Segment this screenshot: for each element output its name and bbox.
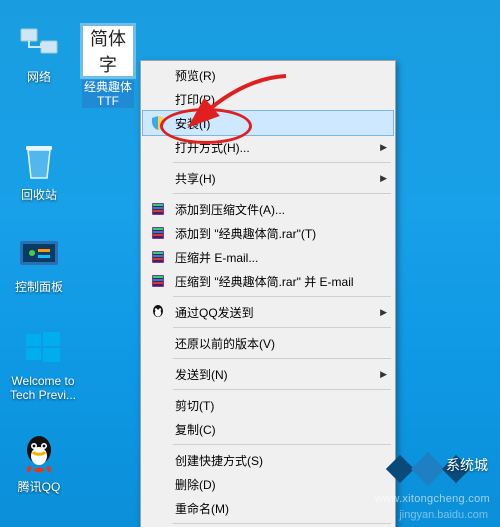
menu-separator [173, 327, 391, 328]
menu-item-label: 添加到 "经典趣体简.rar"(T) [175, 225, 373, 242]
menu-item-label: 还原以前的版本(V) [175, 335, 373, 352]
watermark-url-1: www.xitongcheng.com [375, 493, 490, 505]
menu-item[interactable]: 压缩到 "经典趣体简.rar" 并 E-mail [143, 269, 393, 293]
menu-item[interactable]: 创建快捷方式(S) [143, 448, 393, 472]
blank-icon [147, 138, 169, 156]
menu-item[interactable]: 安装(I) [142, 110, 394, 136]
blank-icon [147, 420, 169, 438]
menu-item[interactable]: 压缩并 E-mail... [143, 245, 393, 269]
rar-icon [147, 272, 169, 290]
menu-separator [173, 358, 391, 359]
menu-item[interactable]: 预览(R) [143, 63, 393, 87]
blank-icon [147, 66, 169, 84]
desktop-icon-qq[interactable]: 腾讯QQ [4, 432, 74, 494]
desktop-icon-recycle[interactable]: 回收站 [4, 140, 74, 202]
blank-icon [147, 90, 169, 108]
menu-separator [173, 523, 391, 524]
desktop-icon-control-panel[interactable]: 控制面板 [4, 232, 74, 294]
network-icon [17, 22, 61, 66]
qq-icon [17, 432, 61, 476]
menu-item[interactable]: 剪切(T) [143, 393, 393, 417]
blank-icon [147, 499, 169, 517]
menu-item[interactable]: 发送到(N) [143, 362, 393, 386]
menu-item-label: 剪切(T) [175, 397, 373, 414]
menu-item[interactable]: 通过QQ发送到 [143, 300, 393, 324]
menu-item-label: 通过QQ发送到 [175, 304, 373, 321]
desktop-icon-label: 回收站 [4, 188, 74, 202]
menu-item-label: 安装(I) [175, 115, 374, 132]
rar-icon [147, 224, 169, 242]
menu-item[interactable]: 还原以前的版本(V) [143, 331, 393, 355]
desktop-icon-label: 网络 [4, 70, 74, 84]
brand-text: 系统城 [446, 455, 488, 475]
menu-item-label: 删除(D) [175, 476, 373, 493]
menu-item-label: 打印(P) [175, 91, 373, 108]
blank-icon [147, 334, 169, 352]
menu-item-label: 压缩并 E-mail... [175, 249, 373, 266]
desktop-icon-network[interactable]: 网络 [4, 22, 74, 84]
menu-item[interactable]: 添加到压缩文件(A)... [143, 197, 393, 221]
blank-icon [147, 396, 169, 414]
control-panel-icon [17, 232, 61, 276]
menu-separator [173, 193, 391, 194]
menu-item-label: 打开方式(H)... [175, 139, 373, 156]
font-thumb-text: 简体字 [83, 25, 133, 77]
qq-icon [147, 303, 169, 321]
menu-separator [173, 389, 391, 390]
menu-item-label: 压缩到 "经典趣体简.rar" 并 E-mail [175, 273, 373, 290]
selected-file[interactable]: 简体字 经典趣体 TTF [73, 25, 143, 108]
menu-item-label: 共享(H) [175, 170, 373, 187]
menu-item[interactable]: 删除(D) [143, 472, 393, 496]
menu-item-label: 复制(C) [175, 421, 373, 438]
menu-item-label: 重命名(M) [175, 500, 373, 517]
menu-item[interactable]: 复制(C) [143, 417, 393, 441]
font-thumbnail: 简体字 [82, 25, 134, 77]
watermark-url-2: jingyan.baidu.com [399, 509, 488, 521]
menu-separator [173, 162, 391, 163]
desktop-icon-label: 控制面板 [4, 280, 74, 294]
menu-item[interactable]: 打印(P) [143, 87, 393, 111]
menu-item-label: 发送到(N) [175, 366, 373, 383]
rar-icon [147, 248, 169, 266]
menu-item[interactable]: 打开方式(H)... [143, 135, 393, 159]
desktop[interactable]: 网络 回收站 控制面板 Welcome to Tech Previ... 腾讯Q… [0, 0, 500, 527]
menu-item-label: 预览(R) [175, 67, 373, 84]
menu-item[interactable]: 添加到 "经典趣体简.rar"(T) [143, 221, 393, 245]
context-menu: 预览(R) 打印(P) 安装(I) 打开方式(H)... 共享(H) 添加到压缩文件(A)… [140, 60, 396, 527]
blank-icon [147, 451, 169, 469]
menu-item-label: 添加到压缩文件(A)... [175, 201, 373, 218]
menu-item-label: 创建快捷方式(S) [175, 452, 373, 469]
blank-icon [147, 475, 169, 493]
recycle-bin-icon [17, 140, 61, 184]
desktop-icon-label: Welcome to Tech Previ... [4, 374, 82, 402]
shield-icon [147, 114, 169, 132]
file-label: 经典趣体 TTF [82, 80, 134, 108]
blank-icon [147, 365, 169, 383]
desktop-icon-welcome[interactable]: Welcome to Tech Previ... [4, 326, 82, 402]
menu-item[interactable]: 共享(H) [143, 166, 393, 190]
blank-icon [147, 169, 169, 187]
rar-icon [147, 200, 169, 218]
menu-separator [173, 296, 391, 297]
desktop-icon-label: 腾讯QQ [4, 480, 74, 494]
windows-icon [21, 326, 65, 370]
menu-separator [173, 444, 391, 445]
menu-item[interactable]: 重命名(M) [143, 496, 393, 520]
